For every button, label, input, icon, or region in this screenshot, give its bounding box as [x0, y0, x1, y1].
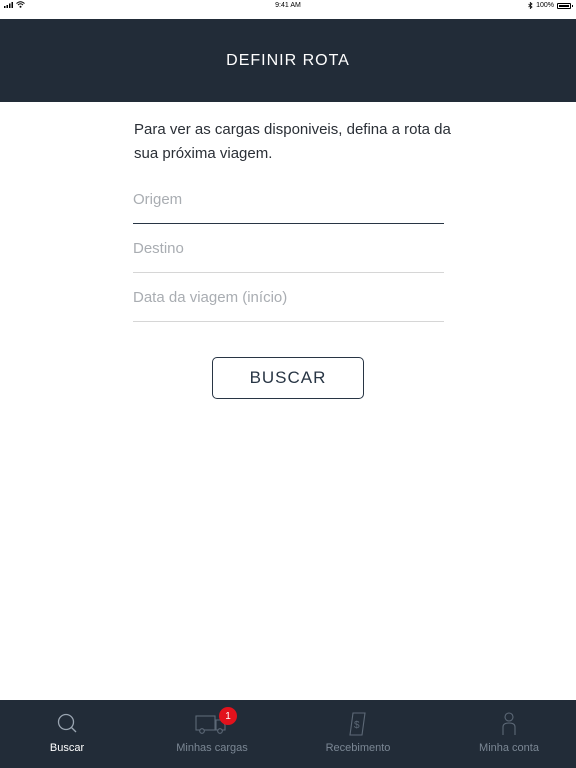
svg-text:$: $: [354, 720, 360, 731]
status-time: 9:41 AM: [275, 2, 301, 9]
status-right: 100%: [528, 2, 573, 9]
truck-icon: 1: [195, 707, 237, 738]
tab-minhas-cargas-label: Minhas cargas: [176, 742, 248, 754]
person-icon: [494, 710, 524, 738]
intro-text: Para ver as cargas disponiveis, defina a…: [134, 121, 451, 162]
destino-field[interactable]: [133, 240, 444, 273]
data-viagem-field[interactable]: [133, 289, 444, 322]
search-icon: [52, 710, 82, 738]
bluetooth-icon: [528, 2, 533, 9]
tab-recebimento-label: Recebimento: [325, 742, 391, 754]
tab-minhas-cargas[interactable]: 1 Minhas cargas: [152, 700, 272, 768]
nav-header: DEFINIR ROTA: [0, 19, 576, 102]
data-viagem-input[interactable]: [133, 289, 444, 306]
tab-bar: Buscar 1 Minhas cargas $ Recebimento Min…: [0, 700, 576, 768]
origem-field[interactable]: [133, 191, 444, 224]
tab-recebimento[interactable]: $ Recebimento: [298, 700, 418, 768]
destino-input[interactable]: [133, 240, 444, 257]
status-bar: 9:41 AM 100%: [0, 0, 576, 12]
receipt-icon: $: [343, 710, 373, 738]
tab-buscar[interactable]: Buscar: [7, 700, 127, 768]
page-title: DEFINIR ROTA: [226, 51, 350, 69]
battery-icon: [557, 2, 573, 9]
notification-badge: 1: [219, 707, 237, 725]
tab-minha-conta-label: Minha conta: [479, 742, 539, 754]
origem-input[interactable]: [133, 191, 444, 208]
tab-minha-conta[interactable]: Minha conta: [449, 700, 569, 768]
buscar-button[interactable]: BUSCAR: [212, 357, 364, 399]
battery-percent: 100%: [536, 2, 554, 9]
tab-buscar-label: Buscar: [49, 742, 85, 754]
